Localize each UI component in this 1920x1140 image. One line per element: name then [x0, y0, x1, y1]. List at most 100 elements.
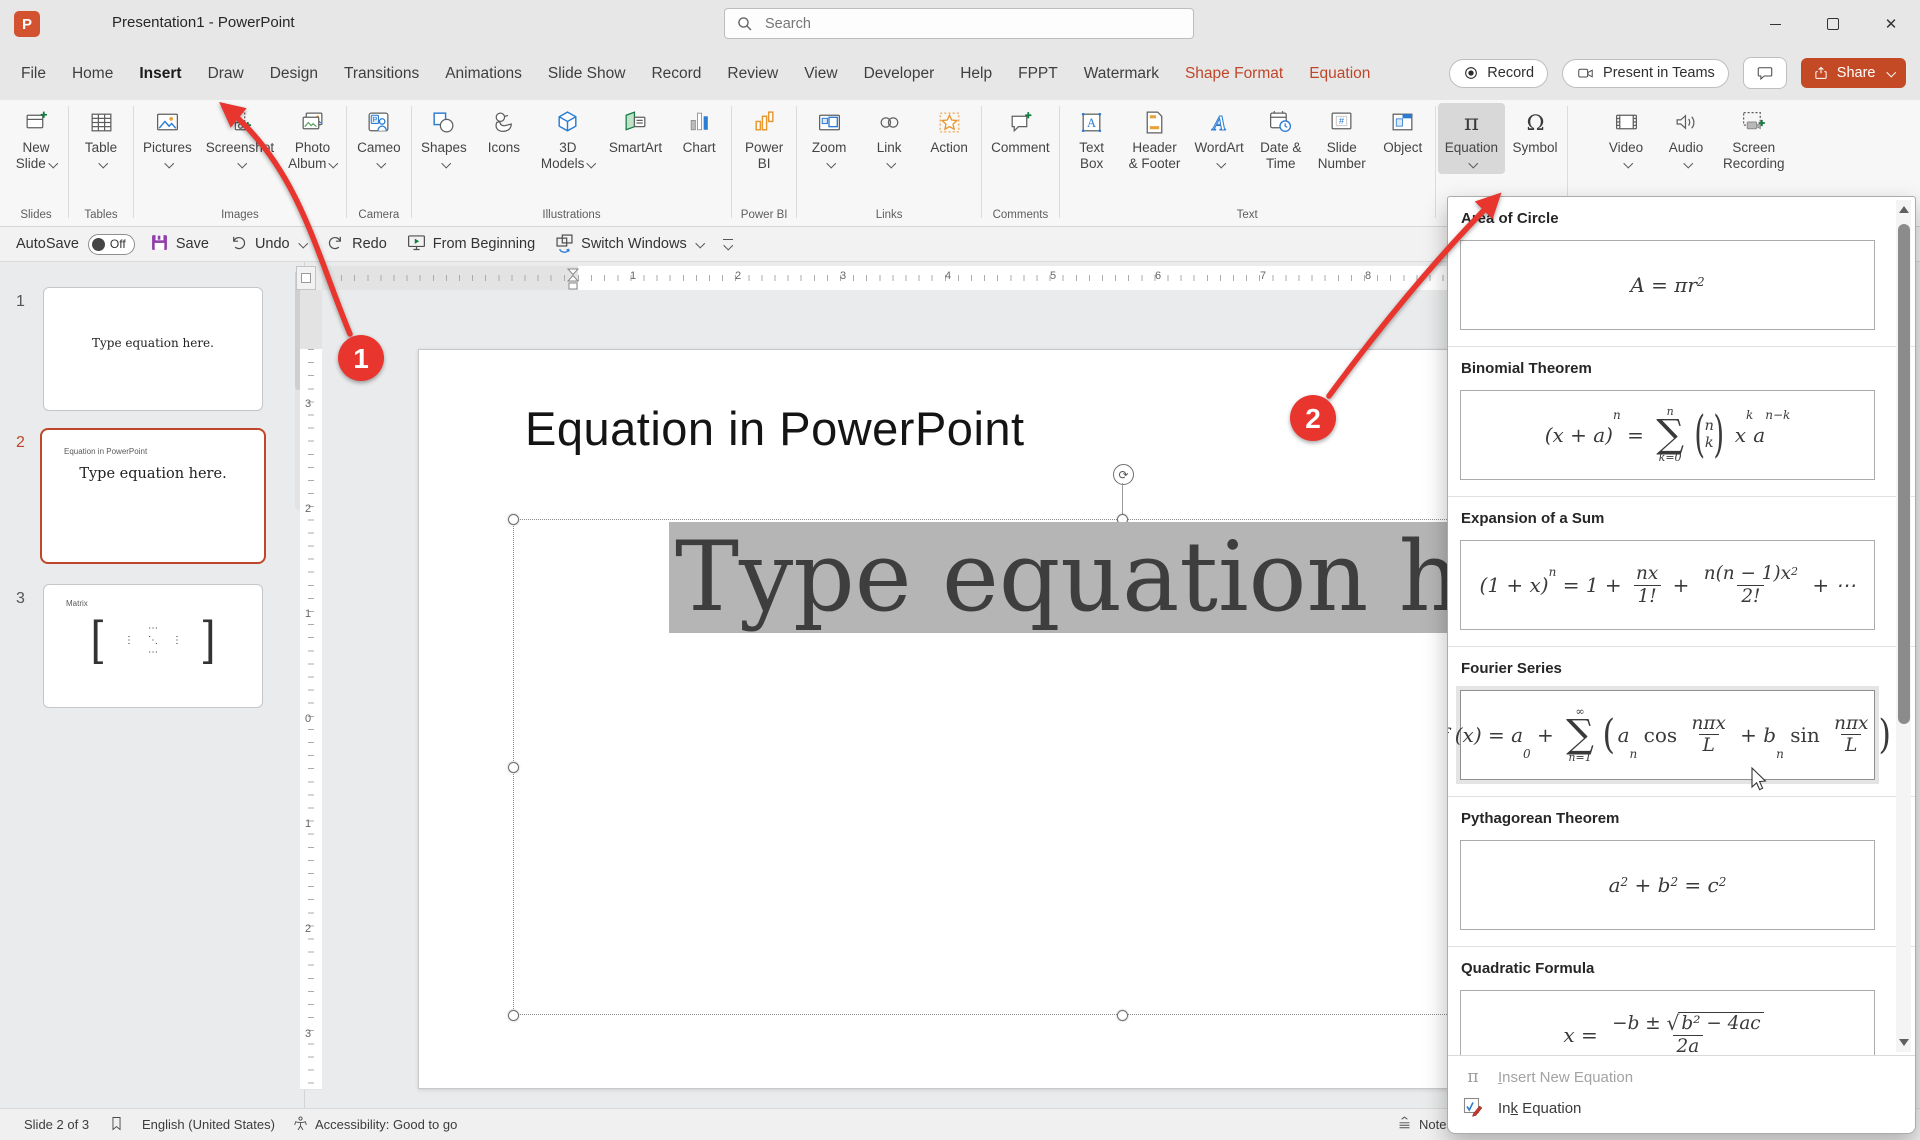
ribbon-button-header-footer[interactable]: Header& Footer: [1122, 103, 1188, 175]
svg-text:A: A: [1210, 112, 1226, 134]
present-in-teams-button[interactable]: Present in Teams: [1562, 59, 1729, 88]
tab-review[interactable]: Review: [714, 48, 791, 100]
ribbon-button-screen-recording[interactable]: ScreenRecording: [1716, 103, 1792, 175]
undo-button[interactable]: Undo: [223, 231, 311, 257]
slide-canvas[interactable]: Equation in PowerPoint ⟳ Type equation h…: [418, 349, 1518, 1089]
indent-markers-icon[interactable]: [565, 268, 581, 290]
ribbon-button-symbol[interactable]: ΩSymbol: [1505, 103, 1565, 158]
tab-record[interactable]: Record: [638, 48, 714, 100]
equation-item-fourier-series[interactable]: f (x) = a0 + ∞∑n=1(an cos nπxL + bn sin …: [1460, 690, 1875, 780]
ribbon-button-action[interactable]: Action: [919, 103, 979, 158]
ribbon-button-new-slide[interactable]: NewSlide: [6, 103, 66, 175]
wordart-icon: A: [1204, 107, 1234, 137]
resize-handle-mid-left[interactable]: [508, 762, 519, 773]
ruler-number: 4: [945, 270, 951, 282]
scroll-down-icon[interactable]: [1899, 1039, 1909, 1046]
ribbon-button-link[interactable]: Link: [859, 103, 919, 174]
ribbon-button-icons[interactable]: Icons: [474, 103, 534, 158]
ribbon-button-label: Zoom: [812, 140, 847, 172]
ribbon-button-equation[interactable]: πEquation: [1438, 103, 1505, 174]
ribbon-button-video[interactable]: Video: [1596, 103, 1656, 174]
ribbon-button-cameo[interactable]: PCameo: [349, 103, 409, 174]
equation-item-pythagorean-theorem[interactable]: a2 + b2 = c2: [1460, 840, 1875, 930]
ribbon-button-shapes[interactable]: Shapes: [414, 103, 474, 174]
tab-transitions[interactable]: Transitions: [331, 48, 432, 100]
ribbon-button-screenshot[interactable]: Screenshot: [199, 103, 281, 174]
ribbon-button-date-time[interactable]: Date &Time: [1251, 103, 1311, 175]
equation-placeholder-text[interactable]: Type equation here.: [669, 522, 1518, 633]
slide-thumbnail-1[interactable]: Type equation here.: [43, 287, 263, 411]
menu-item-ink-equation[interactable]: Ink Equation: [1448, 1093, 1915, 1124]
language-button[interactable]: English (United States): [142, 1109, 275, 1140]
search-input[interactable]: [763, 15, 1181, 33]
ribbon-button-comment[interactable]: Comment: [984, 103, 1057, 158]
ribbon-button-pictures[interactable]: Pictures: [136, 103, 199, 174]
equation-item-binomial-theorem[interactable]: (x + a)n = n∑k=0(nk) xkan−k: [1460, 390, 1875, 480]
from-beginning-button[interactable]: From Beginning: [401, 231, 540, 257]
slide-thumbnail-2[interactable]: Equation in PowerPointType equation here…: [40, 428, 266, 564]
ribbon-button-smartart[interactable]: SmartArt: [602, 103, 669, 158]
equation-item-quadratic-formula[interactable]: x = −b ± √b² − 4ac2a: [1460, 990, 1875, 1057]
tab-draw[interactable]: Draw: [195, 48, 257, 100]
tab-slide-show[interactable]: Slide Show: [535, 48, 639, 100]
ribbon-button-zoom[interactable]: Zoom: [799, 103, 859, 174]
tab-design[interactable]: Design: [257, 48, 331, 100]
resize-handle-top-left[interactable]: [508, 514, 519, 525]
minimize-button[interactable]: [1746, 0, 1804, 48]
present-in-teams-label: Present in Teams: [1603, 65, 1715, 81]
equation-item-expansion-of-a-sum[interactable]: (1 + x)n = 1 + nx1! + n(n − 1)x22! + ⋯: [1460, 540, 1875, 630]
scrollbar-thumb[interactable]: [1898, 224, 1910, 724]
panel-scrollbar[interactable]: [1896, 200, 1911, 1052]
ribbon-button-3d-models[interactable]: 3DModels: [534, 103, 602, 175]
ribbon-button-object[interactable]: Object: [1373, 103, 1433, 158]
maximize-button[interactable]: [1804, 0, 1862, 48]
ribbon-button-text-box[interactable]: ATextBox: [1062, 103, 1122, 175]
ribbon-button-slide-number[interactable]: #SlideNumber: [1311, 103, 1373, 175]
ribbon-group-illustrations: ShapesIcons3DModelsSmartArtChartIllustra…: [414, 100, 729, 226]
tab-file[interactable]: File: [8, 48, 59, 100]
slide-thumbnail-3[interactable]: Matrix[⋯⋮⋱⋮⋯]: [43, 584, 263, 708]
spell-check-button[interactable]: [108, 1109, 125, 1140]
record-button[interactable]: Record: [1449, 59, 1548, 88]
search-box[interactable]: [724, 8, 1194, 39]
slide-title-text[interactable]: Equation in PowerPoint: [525, 401, 1025, 456]
tab-equation[interactable]: Equation: [1296, 48, 1383, 100]
notes-button[interactable]: Notes: [1396, 1109, 1453, 1140]
rotate-handle[interactable]: ⟳: [1113, 464, 1134, 485]
close-button[interactable]: ✕: [1862, 0, 1920, 48]
equation-item-area-of-circle[interactable]: A = πr2: [1460, 240, 1875, 330]
tab-fppt[interactable]: FPPT: [1005, 48, 1071, 100]
customize-qat-button[interactable]: [723, 239, 733, 249]
autosave-state: Off: [110, 237, 126, 251]
tab-watermark[interactable]: Watermark: [1071, 48, 1172, 100]
tab-home[interactable]: Home: [59, 48, 126, 100]
comments-button[interactable]: [1743, 57, 1787, 89]
autosave-toggle[interactable]: Off: [88, 234, 135, 255]
svg-text:π: π: [1464, 109, 1479, 135]
thumbnail-number: 2: [16, 434, 25, 452]
tab-insert[interactable]: Insert: [126, 48, 194, 100]
ribbon-button-label: Audio: [1669, 140, 1704, 172]
tab-view[interactable]: View: [791, 48, 850, 100]
ruler-number: 1: [305, 818, 311, 830]
ribbon-button-wordart[interactable]: AWordArt: [1187, 103, 1250, 174]
save-button[interactable]: Save: [144, 231, 214, 257]
redo-button[interactable]: Redo: [320, 231, 392, 257]
ribbon-button-photo-album[interactable]: PhotoAlbum: [281, 103, 344, 175]
switch-windows-button[interactable]: Switch Windows: [549, 231, 708, 257]
ribbon-button-audio[interactable]: Audio: [1656, 103, 1716, 174]
tab-shape-format[interactable]: Shape Format: [1172, 48, 1296, 100]
tab-animations[interactable]: Animations: [432, 48, 535, 100]
resize-handle-bottom-center[interactable]: [1117, 1010, 1128, 1021]
ribbon-group-label: Power BI: [734, 209, 794, 226]
resize-handle-bottom-left[interactable]: [508, 1010, 519, 1021]
ribbon-button-power-bi[interactable]: PowerBI: [734, 103, 794, 175]
accessibility-button[interactable]: Accessibility: Good to go: [292, 1109, 457, 1140]
comment-icon: [1005, 107, 1035, 137]
tab-developer[interactable]: Developer: [851, 48, 948, 100]
scroll-up-icon[interactable]: [1899, 206, 1909, 213]
share-button[interactable]: Share: [1801, 58, 1906, 88]
tab-help[interactable]: Help: [947, 48, 1005, 100]
ribbon-button-table[interactable]: Table: [71, 103, 131, 174]
ribbon-button-chart[interactable]: Chart: [669, 103, 729, 158]
